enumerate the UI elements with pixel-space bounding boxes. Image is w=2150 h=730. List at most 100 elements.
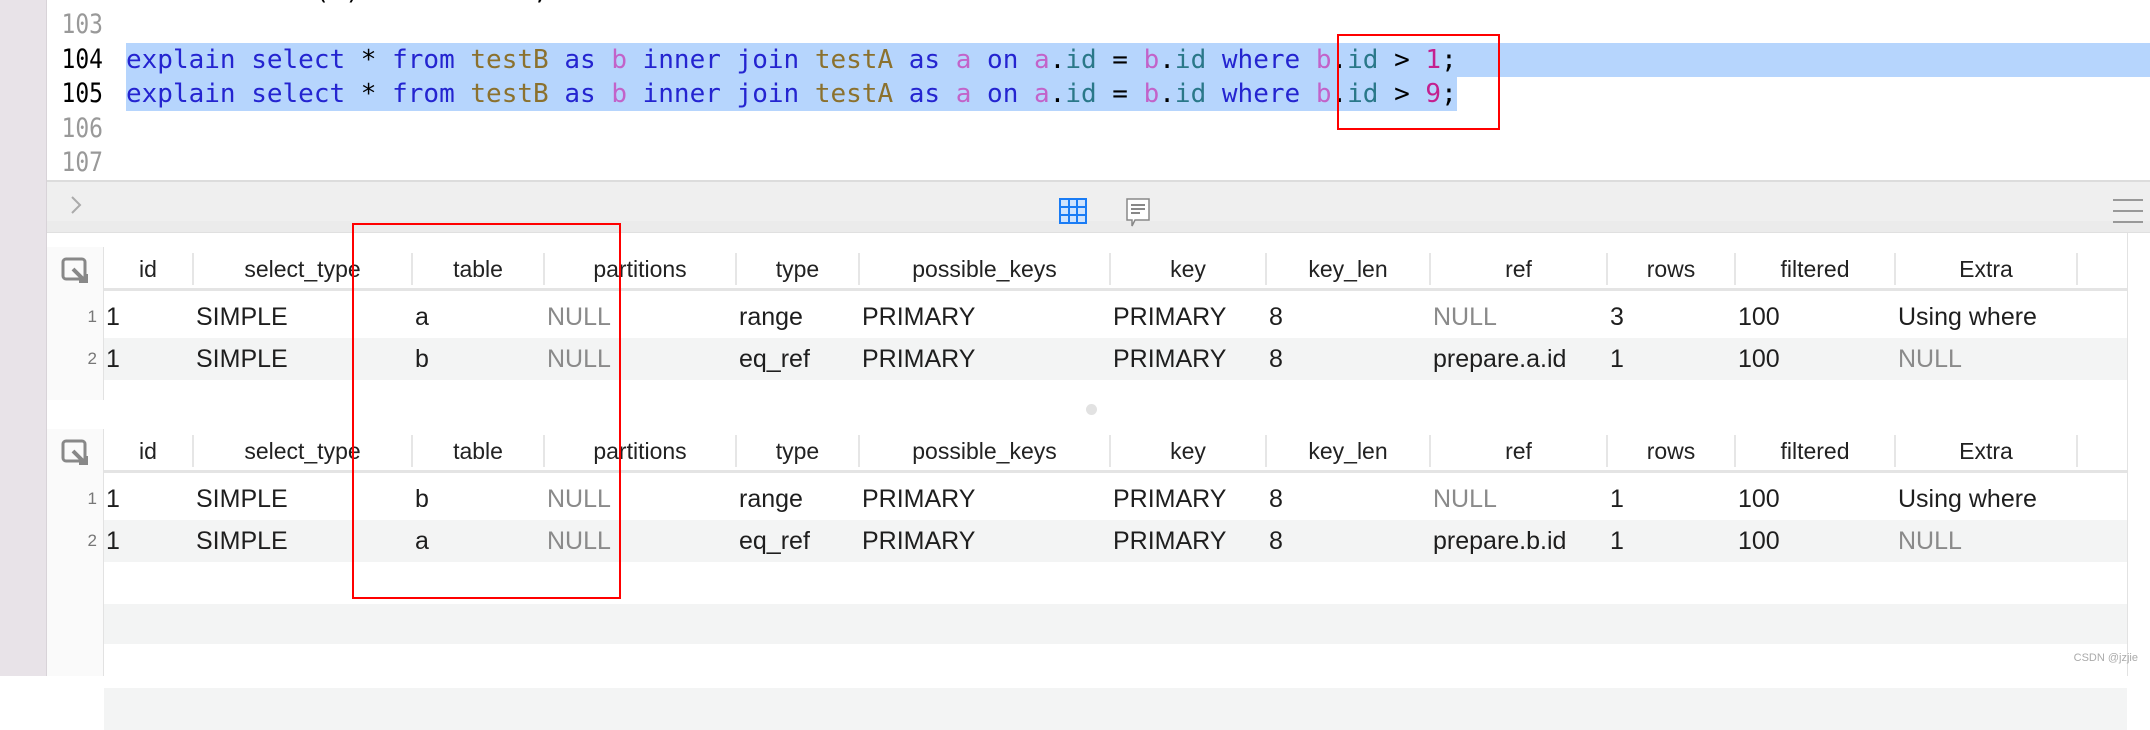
code-line[interactable]: 104 explain select * from testB as b inne…: [47, 42, 2150, 77]
cell-key_len[interactable]: 8: [1264, 520, 1283, 562]
cell-key[interactable]: PRIMARY: [1108, 478, 1226, 520]
cell-possible_keys[interactable]: PRIMARY: [857, 338, 975, 380]
column-header-type[interactable]: type: [737, 253, 860, 285]
column-header-id[interactable]: id: [104, 253, 194, 285]
column-header-extra[interactable]: Extra: [1896, 253, 2078, 285]
cell-key[interactable]: PRIMARY: [1108, 338, 1226, 380]
cell-id[interactable]: 1: [101, 478, 120, 520]
cell-key[interactable]: PRIMARY: [1108, 520, 1226, 562]
token-alias: b: [1143, 79, 1160, 110]
cell-filtered[interactable]: 100: [1733, 520, 1780, 562]
cell-ref[interactable]: prepare.b.id: [1428, 520, 1566, 562]
column-header-rows[interactable]: rows: [1608, 435, 1736, 467]
cell-extra[interactable]: NULL: [1893, 338, 1962, 380]
column-header-key_len[interactable]: key_len: [1267, 253, 1431, 285]
cell-rows[interactable]: 1: [1605, 338, 1624, 380]
code-line[interactable]: 107: [47, 146, 2150, 180]
cell-table[interactable]: b: [410, 478, 429, 520]
code-line[interactable]: 102 select count(*) from testB;: [47, 0, 2150, 8]
cell-select_type[interactable]: SIMPLE: [191, 338, 288, 380]
column-header-type[interactable]: type: [737, 435, 860, 467]
column-header-key_len[interactable]: key_len: [1267, 435, 1431, 467]
column-header-ref[interactable]: ref: [1431, 435, 1608, 467]
cell-partitions[interactable]: NULL: [542, 296, 611, 338]
cell-filtered[interactable]: 100: [1733, 296, 1780, 338]
column-header-key[interactable]: key: [1111, 253, 1267, 285]
cell-ref[interactable]: NULL: [1428, 478, 1497, 520]
table-row[interactable]: 1 SIMPLE b NULL range PRIMARY PRIMARY 8 NULL 1 100…: [104, 478, 2127, 520]
cell-table[interactable]: a: [410, 520, 429, 562]
cell-ref[interactable]: NULL: [1428, 296, 1497, 338]
cell-id[interactable]: 1: [101, 520, 120, 562]
cell-select_type[interactable]: SIMPLE: [191, 520, 288, 562]
code-line[interactable]: 106: [47, 112, 2150, 146]
cell-extra[interactable]: Using where: [1893, 478, 2037, 520]
cell-id[interactable]: 1: [101, 296, 120, 338]
token-kw: inner join: [642, 79, 800, 110]
token-punc: [1300, 45, 1316, 75]
cell-partitions[interactable]: NULL: [542, 478, 611, 520]
column-header-partitions[interactable]: partitions: [545, 435, 737, 467]
token-punc: [549, 45, 565, 75]
cell-possible_keys[interactable]: PRIMARY: [857, 520, 975, 562]
cell-possible_keys[interactable]: PRIMARY: [857, 478, 975, 520]
cell-type[interactable]: eq_ref: [734, 338, 810, 380]
vertical-scrollbar[interactable]: [2127, 233, 2128, 676]
column-header-filtered[interactable]: filtered: [1736, 435, 1896, 467]
cell-filtered[interactable]: 100: [1733, 478, 1780, 520]
result-grid-1[interactable]: id select_type table partitions type possible…: [47, 247, 2127, 400]
cell-select_type[interactable]: SIMPLE: [191, 478, 288, 520]
split-resize-handle[interactable]: [1086, 404, 1097, 415]
result-grid-2[interactable]: id select_type table partitions type possible…: [47, 429, 2127, 730]
cell-filtered[interactable]: 100: [1733, 338, 1780, 380]
table-row[interactable]: 1 SIMPLE b NULL eq_ref PRIMARY PRIMARY 8 prepare…: [104, 338, 2127, 380]
column-header-table[interactable]: table: [413, 253, 545, 285]
export-result-icon[interactable]: [61, 439, 93, 472]
column-header-extra[interactable]: Extra: [1896, 435, 2078, 467]
chevron-right-icon[interactable]: [69, 194, 83, 221]
table-row[interactable]: 1 SIMPLE a NULL range PRIMARY PRIMARY 8 NULL 3 100…: [104, 296, 2127, 338]
token-num: 9: [1425, 79, 1442, 110]
menu-icon[interactable]: [2113, 198, 2143, 229]
token-ident: testB: [470, 44, 549, 75]
cell-rows[interactable]: 1: [1605, 478, 1624, 520]
cell-table[interactable]: b: [410, 338, 429, 380]
cell-partitions[interactable]: NULL: [542, 338, 611, 380]
cell-key_len[interactable]: 8: [1264, 338, 1283, 380]
sql-editor[interactable]: 102 select count(*) from testB; 103104 expl…: [47, 0, 2150, 180]
cell-partitions[interactable]: NULL: [542, 520, 611, 562]
export-result-icon[interactable]: [61, 257, 93, 290]
column-header-ref[interactable]: ref: [1431, 253, 1608, 285]
cell-rows[interactable]: 3: [1605, 296, 1624, 338]
column-header-select_type[interactable]: select_type: [194, 253, 413, 285]
cell-extra[interactable]: NULL: [1893, 520, 1962, 562]
cell-key_len[interactable]: 8: [1264, 296, 1283, 338]
cell-key[interactable]: PRIMARY: [1108, 296, 1226, 338]
column-header-select_type[interactable]: select_type: [194, 435, 413, 467]
code-line[interactable]: 105 explain select * from testB as b inne…: [47, 77, 2150, 112]
column-header-rows[interactable]: rows: [1608, 253, 1736, 285]
column-header-id[interactable]: id: [104, 435, 194, 467]
cell-extra[interactable]: Using where: [1893, 296, 2037, 338]
code-line[interactable]: 103: [47, 8, 2150, 42]
grid-view-icon[interactable]: [1059, 198, 1087, 229]
column-header-filtered[interactable]: filtered: [1736, 253, 1896, 285]
cell-table[interactable]: a: [410, 296, 429, 338]
table-row[interactable]: 1 SIMPLE a NULL eq_ref PRIMARY PRIMARY 8 prepare…: [104, 520, 2127, 562]
cell-select_type[interactable]: SIMPLE: [191, 296, 288, 338]
cell-type[interactable]: range: [734, 478, 803, 520]
cell-key_len[interactable]: 8: [1264, 478, 1283, 520]
cell-id[interactable]: 1: [101, 338, 120, 380]
cell-type[interactable]: range: [734, 296, 803, 338]
cell-type[interactable]: eq_ref: [734, 520, 810, 562]
cell-ref[interactable]: prepare.a.id: [1428, 338, 1566, 380]
text-view-icon[interactable]: [1126, 198, 1150, 233]
column-header-partitions[interactable]: partitions: [545, 253, 737, 285]
token-kw: on: [987, 44, 1019, 75]
cell-rows[interactable]: 1: [1605, 520, 1624, 562]
column-header-key[interactable]: key: [1111, 435, 1267, 467]
column-header-possible_keys[interactable]: possible_keys: [860, 253, 1111, 285]
column-header-table[interactable]: table: [413, 435, 545, 467]
cell-possible_keys[interactable]: PRIMARY: [857, 296, 975, 338]
column-header-possible_keys[interactable]: possible_keys: [860, 435, 1111, 467]
